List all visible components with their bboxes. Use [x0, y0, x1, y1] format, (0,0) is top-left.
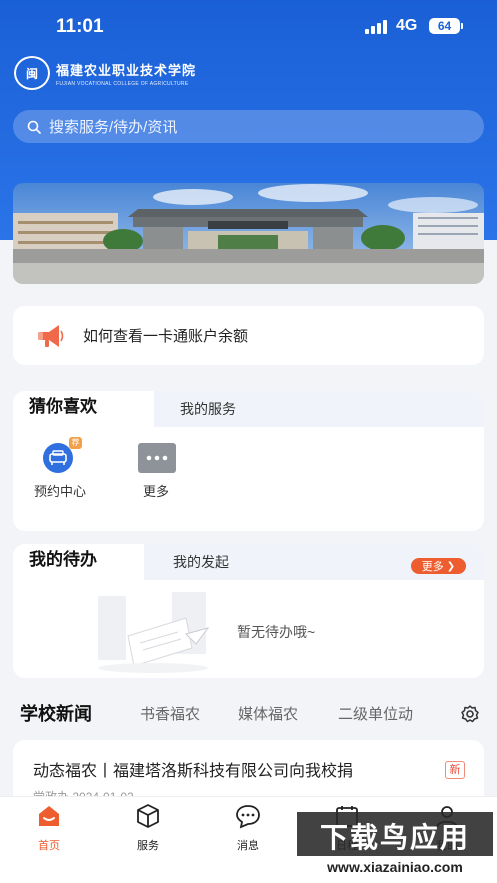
status-bar: 11:01 4G 64 [0, 0, 497, 52]
news-tab-units[interactable]: 二级单位动 [338, 703, 430, 724]
campus-banner-image[interactable] [13, 183, 484, 284]
news-title: 学校新闻 [20, 704, 92, 724]
megaphone-icon [38, 324, 64, 347]
grid-item-more[interactable]: 更多 [121, 443, 191, 500]
new-badge: 新 [445, 761, 465, 779]
chevron-right-icon: ❯ [446, 560, 456, 572]
gear-icon[interactable] [460, 704, 480, 724]
recommend-badge: 荐 [69, 437, 82, 449]
empty-state-illustration [98, 592, 210, 673]
news-header: 学校新闻 书香福农 媒体福农 二级单位动 [0, 696, 497, 732]
more-dots-icon [138, 443, 176, 473]
college-seal-icon: 闽 [14, 56, 50, 90]
notice-bar[interactable]: 如何查看一卡通账户余额 [13, 306, 484, 365]
watermark-title: 下载鸟应用 [319, 822, 470, 853]
search-icon [27, 120, 41, 134]
tab-my-initiated[interactable]: 我的发起 [173, 544, 229, 580]
news-tab-books[interactable]: 书香福农 [140, 703, 200, 724]
grid-item-booking[interactable]: 荐 预约中心 [25, 437, 95, 500]
watermark-url: www.xiazainiao.com [297, 856, 493, 878]
nav-services[interactable]: 服务 [118, 803, 178, 853]
news-headline: 动态福农丨福建塔洛斯科技有限公司向我校捐 [33, 763, 354, 780]
todo-card: 我的待办 我的发起 更多 ❯ 暂无待办哦~ [13, 544, 484, 678]
guess-card: 猜你喜欢 我的服务 荐 预约中心 更多 [13, 391, 484, 531]
grid-item-label: 更多 [142, 484, 169, 499]
nav-messages[interactable]: 消息 [218, 803, 278, 853]
cube-icon [137, 804, 159, 828]
signal-icon [365, 20, 387, 34]
college-name: 福建农业职业技术学院 [56, 63, 197, 79]
college-logo: 闽 福建农业职业技术学院 FUJIAN VOCATIONAL COLLEGE O… [14, 56, 196, 90]
search-bar[interactable]: 搜索服务/待办/资讯 [13, 110, 484, 143]
empty-todo-text: 暂无待办哦~ [237, 624, 316, 640]
more-button[interactable]: 更多 ❯ [411, 558, 466, 574]
watermark: 下载鸟应用 www.xiazainiao.com [297, 812, 493, 878]
guess-tabs: 猜你喜欢 我的服务 [13, 391, 484, 435]
notice-text: 如何查看一卡通账户余额 [83, 328, 249, 345]
home-icon [39, 806, 59, 826]
network-label: 4G [396, 17, 418, 34]
tab-my-todo[interactable]: 我的待办 [13, 544, 113, 588]
college-name-en: FUJIAN VOCATIONAL COLLEGE OF AGRICULTURE [56, 80, 189, 87]
news-tab-media[interactable]: 媒体福农 [238, 703, 298, 724]
grid-item-label: 预约中心 [33, 484, 86, 499]
tab-my-services[interactable]: 我的服务 [180, 391, 236, 427]
tab-guess-you-like[interactable]: 猜你喜欢 [13, 391, 113, 435]
chat-icon [236, 805, 260, 829]
nav-home[interactable]: 首页 [19, 803, 79, 853]
battery-icon: 64 [429, 18, 463, 34]
search-placeholder: 搜索服务/待办/资讯 [49, 119, 178, 136]
status-time: 11:01 [56, 16, 104, 37]
